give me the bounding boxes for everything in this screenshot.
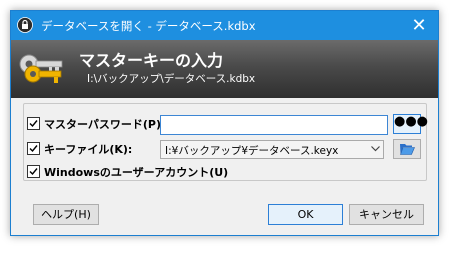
checkmark-icon [29, 145, 38, 153]
open-database-dialog: データベースを開く - データベース.kdbx ✕ マスターキーの入力 I:\バ… [10, 10, 439, 236]
close-button[interactable]: ✕ [400, 11, 438, 40]
database-path: I:\バックアップ\データベース.kdbx [87, 73, 256, 85]
key-file-label: キーファイル(K): [44, 143, 133, 156]
lock-icon [17, 17, 33, 33]
key-file-checkbox[interactable] [27, 142, 40, 155]
keys-icon [19, 54, 63, 83]
browse-key-file-button[interactable] [393, 139, 421, 159]
key-file-value: I:¥バックアップ¥データベース.keyx [165, 145, 339, 157]
chevron-down-icon [371, 146, 380, 152]
windows-account-label: Windowsのユーザーアカウント(U) [44, 166, 229, 179]
checkmark-icon [29, 120, 38, 128]
master-password-checkbox[interactable] [27, 117, 40, 130]
master-password-input[interactable] [160, 115, 388, 135]
window-title: データベースを開く - データベース.kdbx [41, 19, 256, 33]
windows-account-checkbox[interactable] [27, 165, 40, 178]
header-banner: マスターキーの入力 I:\バックアップ\データベース.kdbx [11, 40, 438, 98]
title-bar: データベースを開く - データベース.kdbx ✕ [11, 11, 438, 40]
show-password-button[interactable]: ●●● [393, 114, 428, 134]
key-file-dropdown[interactable]: I:¥バックアップ¥データベース.keyx [160, 140, 384, 159]
close-icon: ✕ [411, 15, 427, 36]
banner-title: マスターキーの入力 [79, 51, 224, 70]
master-password-label: マスターパスワード(P): [44, 118, 166, 131]
cancel-button[interactable]: キャンセル [349, 204, 424, 225]
help-button[interactable]: ヘルプ(H) [33, 204, 99, 225]
folder-open-icon [400, 144, 415, 155]
checkmark-icon [29, 168, 38, 176]
ok-button[interactable]: OK [268, 204, 343, 225]
